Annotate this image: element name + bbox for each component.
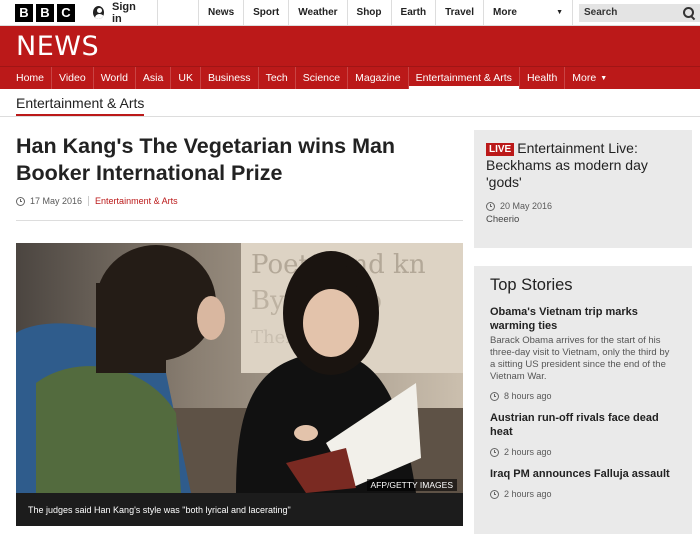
clock-icon — [486, 201, 495, 211]
live-promo-title-line: LIVE Entertainment Live: Beckhams as mode… — [486, 140, 680, 191]
bbc-logo-letter-b1: B — [15, 3, 33, 22]
section-nav-more[interactable]: More ▼ — [564, 67, 614, 89]
live-promo-card[interactable]: LIVE Entertainment Live: Beckhams as mode… — [474, 130, 692, 248]
global-nav-travel[interactable]: Travel — [435, 0, 483, 26]
section-nav: Home Video World Asia UK Business Tech S… — [0, 66, 700, 89]
top-story-title[interactable]: Austrian run-off rivals face dead heat — [490, 411, 676, 439]
top-story-item[interactable]: Austrian run-off rivals face dead heat 2… — [490, 411, 676, 457]
clock-icon — [490, 489, 499, 499]
image-credit: AFP/GETTY IMAGES — [366, 479, 457, 491]
top-story-time: 2 hours ago — [504, 447, 552, 457]
caret-down-icon: ▼ — [600, 74, 608, 82]
bbc-logo-letter-b2: B — [36, 3, 54, 22]
section-divider — [0, 116, 700, 117]
search-placeholder: Search — [584, 7, 618, 18]
bbc-top-bar: B B C Sign in News Sport Weather Shop Ea… — [0, 0, 700, 26]
bbc-logo[interactable]: B B C — [15, 3, 75, 22]
article-photo-illustration: Poet t and kn By men lo There f the L — [16, 243, 463, 493]
user-icon — [93, 6, 104, 19]
bbc-logo-letter-c: C — [57, 3, 75, 22]
image-caption: The judges said Han Kang's style was "bo… — [16, 493, 463, 526]
section-nav-asia[interactable]: Asia — [134, 67, 170, 89]
section-nav-entertainment-arts[interactable]: Entertainment & Arts — [407, 67, 520, 89]
top-story-time: 2 hours ago — [504, 489, 552, 499]
live-promo-summary: Cheerio — [486, 214, 520, 225]
caret-down-icon: ▼ — [556, 9, 564, 16]
live-promo-dateline: 20 May 2016 — [486, 201, 680, 211]
clock-icon — [490, 447, 499, 457]
section-nav-home[interactable]: Home — [9, 67, 51, 89]
global-nav-sport[interactable]: Sport — [243, 0, 288, 26]
news-header: NEWS — [0, 26, 700, 66]
article-dateline: 17 May 2016 Entertainment & Arts — [16, 196, 178, 206]
global-nav-shop[interactable]: Shop — [346, 0, 391, 26]
section-nav-tech[interactable]: Tech — [257, 67, 295, 89]
live-badge: LIVE — [486, 143, 515, 156]
article-headline: Han Kang's The Vegetarian wins Man Booke… — [16, 134, 396, 185]
top-story-title[interactable]: Iraq PM announces Falluja assault — [490, 467, 676, 481]
clock-icon — [490, 391, 499, 401]
top-story-time: 8 hours ago — [504, 391, 552, 401]
dateline-separator — [88, 196, 90, 206]
sign-in-link[interactable]: Sign in — [93, 0, 159, 26]
article-photo: Poet t and kn By men lo There f the L AF… — [16, 243, 463, 493]
section-nav-uk[interactable]: UK — [170, 67, 200, 89]
sign-in-label: Sign in — [112, 0, 136, 25]
top-story-item[interactable]: Iraq PM announces Falluja assault 2 hour… — [490, 467, 676, 499]
top-story-timestamp: 2 hours ago — [490, 447, 676, 457]
top-story-title[interactable]: Obama's Vietnam trip marks warming ties — [490, 305, 676, 333]
section-nav-more-label: More — [572, 72, 597, 84]
bbc-global-nav: News Sport Weather Shop Earth Travel Mor… — [198, 0, 574, 26]
section-title[interactable]: Entertainment & Arts — [16, 95, 145, 116]
article-category-link[interactable]: Entertainment & Arts — [95, 196, 178, 206]
live-promo-date: 20 May 2016 — [500, 201, 553, 211]
global-nav-weather[interactable]: Weather — [288, 0, 346, 26]
section-nav-video[interactable]: Video — [51, 67, 93, 89]
section-nav-business[interactable]: Business — [199, 67, 258, 89]
top-stories-panel: Top Stories Obama's Vietnam trip marks w… — [474, 266, 692, 534]
article-date: 17 May 2016 — [30, 196, 83, 206]
section-nav-magazine[interactable]: Magazine — [347, 67, 408, 89]
search-icon[interactable] — [683, 6, 695, 19]
top-story-summary: Barack Obama arrives for the start of hi… — [490, 335, 670, 382]
article-divider — [16, 220, 463, 221]
top-story-timestamp: 8 hours ago — [490, 391, 676, 401]
top-stories-heading: Top Stories — [490, 276, 573, 294]
section-nav-health[interactable]: Health — [518, 67, 564, 89]
global-nav-more[interactable]: More ▼ — [483, 0, 574, 26]
news-logo[interactable]: NEWS — [16, 31, 99, 62]
section-nav-science[interactable]: Science — [294, 67, 347, 89]
section-nav-world[interactable]: World — [92, 67, 135, 89]
global-nav-more-label: More — [493, 7, 517, 18]
top-story-timestamp: 2 hours ago — [490, 489, 676, 499]
global-nav-news[interactable]: News — [198, 0, 243, 26]
top-story-item[interactable]: Obama's Vietnam trip marks warming ties … — [490, 305, 676, 401]
search-input[interactable]: Search — [579, 3, 700, 22]
global-nav-earth[interactable]: Earth — [390, 0, 436, 26]
clock-icon — [16, 196, 25, 206]
